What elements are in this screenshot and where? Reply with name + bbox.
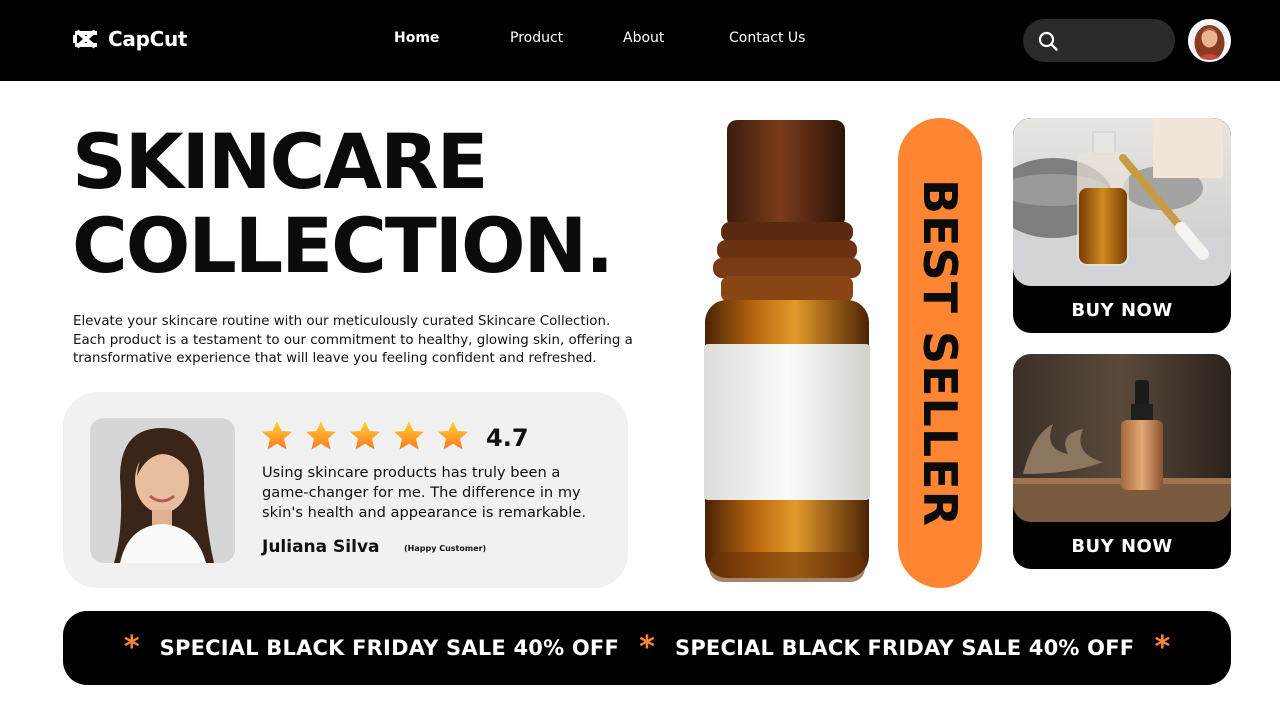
testimonial-card: 4.7 Using skincare products has truly be… [63,392,628,588]
buy-now-button-1[interactable]: BUY NOW [1013,288,1231,333]
best-seller-label: BEST SELLER [913,178,967,528]
nav-link-home[interactable]: Home [394,30,439,46]
hero-description: Elevate your skincare routine with our m… [73,314,633,366]
sale-text-2: SPECIAL BLACK FRIDAY SALE 40% OFF [675,636,1135,660]
sale-text-1: SPECIAL BLACK FRIDAY SALE 40% OFF [159,636,619,660]
testimonial-quote: Using skincare products has truly been a… [262,464,586,521]
customer-name: Juliana Silva [262,537,380,557]
star-icon [438,421,468,450]
search-icon[interactable] [1037,30,1059,52]
user-avatar-icon [1190,21,1229,60]
product-image-2 [1013,354,1231,522]
best-seller-badge: BEST SELLER [898,118,982,588]
sale-banner[interactable]: * SPECIAL BLACK FRIDAY SALE 40% OFF * SP… [63,611,1231,685]
nav-link-about[interactable]: About [623,30,664,46]
hero-product-bottle [695,112,875,592]
star-icon [394,421,424,450]
capcut-logo-icon [73,29,97,49]
asterisk-icon: * [639,630,655,665]
product-card-1[interactable]: BUY NOW [1013,118,1231,333]
nav-link-product[interactable]: Product [510,30,563,46]
star-icon [306,421,336,450]
star-icon [262,421,292,450]
customer-photo [90,418,235,563]
customer-role: (Happy Customer) [404,544,487,553]
user-avatar[interactable] [1188,19,1231,62]
top-navbar: CapCut Home Product About Contact Us [0,0,1280,81]
buy-now-button-2[interactable]: BUY NOW [1013,524,1231,569]
brand-logo[interactable]: CapCut [72,26,187,52]
search-bar[interactable] [1023,19,1175,62]
asterisk-icon: * [123,630,140,665]
product-card-2[interactable]: BUY NOW [1013,354,1231,569]
rating-value: 4.7 [486,424,529,452]
hero-title: SKINCARE COLLECTION. [72,117,614,290]
rating-stars [261,420,469,452]
product-image-1 [1013,118,1231,286]
hero-title-line2: COLLECTION. [72,201,614,290]
star-icon [350,421,380,450]
brand-name: CapCut [108,27,188,51]
nav-link-contact[interactable]: Contact Us [729,30,805,46]
asterisk-icon: * [1154,630,1171,665]
hero-title-line1: SKINCARE [72,117,489,206]
